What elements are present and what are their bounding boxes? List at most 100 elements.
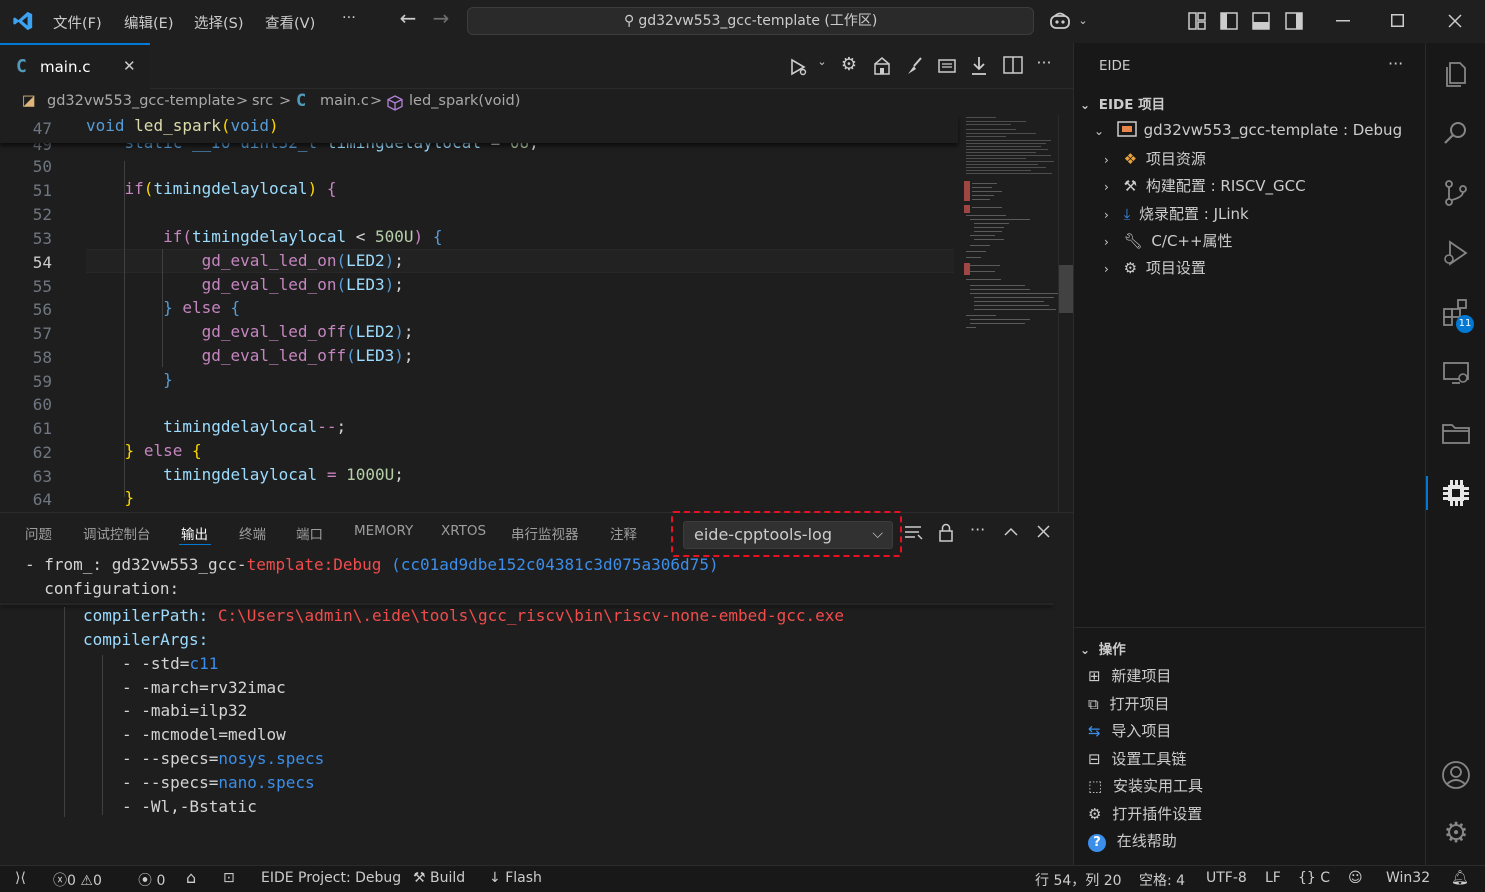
- maximize-icon[interactable]: [1391, 14, 1404, 27]
- tools-icon: ⚒: [413, 870, 426, 886]
- source-control-icon[interactable]: [1440, 177, 1472, 209]
- more-actions-icon[interactable]: ···: [1033, 53, 1055, 72]
- section-eide-project[interactable]: ⌄ EIDE 项目: [1080, 93, 1165, 113]
- ports-indicator[interactable]: ⦿ 0: [138, 870, 165, 890]
- run-debug-icon[interactable]: [788, 57, 810, 77]
- op-setup-toolchain[interactable]: ⊟ 设置工具链: [1088, 748, 1186, 769]
- folder-icon[interactable]: [1440, 417, 1472, 449]
- panel-tab-serial-monitor[interactable]: 串行监视器: [511, 523, 579, 543]
- download-icon[interactable]: [968, 55, 990, 77]
- op-install-utility[interactable]: ⬚ 安装实用工具: [1088, 775, 1203, 796]
- eide-chip-icon[interactable]: [1440, 477, 1472, 509]
- panel-tab-problems[interactable]: 问题: [25, 523, 52, 543]
- lock-icon[interactable]: [938, 523, 954, 543]
- account-icon[interactable]: [1440, 759, 1472, 791]
- language-mode[interactable]: {} C: [1298, 870, 1330, 886]
- panel-tab-xrtos[interactable]: XRTOS: [441, 523, 486, 539]
- remote-indicator-icon[interactable]: ⟩⟨: [15, 870, 26, 886]
- code-line-64: }: [124, 488, 135, 507]
- panel-tab-comments[interactable]: 注释: [610, 523, 637, 543]
- menu-selection[interactable]: 选择(S): [194, 12, 244, 33]
- extensions-badge: 11: [1456, 315, 1474, 333]
- project-name: gd32vw553_gcc-template : Debug: [1143, 121, 1403, 139]
- word-wrap-list-icon[interactable]: [904, 524, 924, 542]
- chevron-down-icon[interactable]: ⌄: [811, 55, 833, 68]
- download-icon: ⤓: [1123, 205, 1131, 223]
- op-open-project[interactable]: ⧉ 打开项目: [1088, 693, 1170, 714]
- editor-vertical-scrollbar[interactable]: [1058, 115, 1073, 512]
- copilot-status-icon[interactable]: ☺: [1348, 870, 1363, 886]
- manage-gear-icon[interactable]: ⚙: [1440, 817, 1472, 849]
- tab-main-c[interactable]: C main.c ✕: [0, 43, 150, 89]
- command-center[interactable]: ⚲ gd32vw553_gcc-template (工作区): [467, 7, 1034, 35]
- back-arrow-icon[interactable]: ←: [398, 8, 418, 28]
- tree-item-flash-config[interactable]: › ⤓ 烧录配置 : JLink: [1104, 203, 1249, 224]
- tree-item-project-resources[interactable]: › ❖ 项目资源: [1104, 148, 1206, 169]
- op-online-help[interactable]: ? 在线帮助: [1088, 830, 1177, 852]
- clean-broom-icon[interactable]: [904, 56, 926, 76]
- op-open-plugin-settings[interactable]: ⚙ 打开插件设置: [1088, 803, 1202, 824]
- tree-item-cpp-properties[interactable]: › 🔧︎ C/C++属性: [1104, 230, 1233, 251]
- op-new-project[interactable]: ⊞ 新建项目: [1088, 665, 1171, 686]
- close-window-icon[interactable]: [1448, 14, 1462, 28]
- remote-explorer-icon[interactable]: [1440, 357, 1472, 389]
- section-operations[interactable]: ⌄ 操作: [1080, 638, 1126, 658]
- breadcrumb-symbol[interactable]: led_spark(void): [409, 93, 520, 109]
- eide-project-status[interactable]: EIDE Project: Debug: [261, 870, 401, 886]
- scrollbar-thumb[interactable]: [1059, 265, 1073, 313]
- home-icon[interactable]: ⌂: [186, 868, 196, 887]
- chevron-up-icon[interactable]: [1004, 527, 1018, 537]
- minimap[interactable]: [958, 115, 1058, 340]
- toggle-secondary-sidebar-icon[interactable]: [1285, 12, 1303, 30]
- panel-tab-memory[interactable]: MEMORY: [354, 523, 413, 539]
- copilot-icon[interactable]: [1049, 11, 1071, 31]
- menu-edit[interactable]: 编辑(E): [124, 12, 173, 33]
- end-of-line[interactable]: LF: [1265, 870, 1281, 886]
- code-editor[interactable]: 49 static __IO uint32_t timingdelaylocal…: [0, 115, 1073, 512]
- terminal-icon[interactable]: ⊡: [223, 870, 235, 886]
- platform[interactable]: Win32: [1386, 870, 1430, 886]
- toggle-sidebar-icon[interactable]: [1220, 12, 1238, 30]
- sticky-scroll-header[interactable]: 47 void led_spark(void): [0, 115, 958, 143]
- breadcrumb-file[interactable]: main.c: [320, 93, 369, 109]
- menu-more[interactable]: ···: [342, 10, 356, 26]
- op-import-project[interactable]: ⇆ 导入项目: [1088, 720, 1171, 741]
- explorer-files-icon[interactable]: [1440, 58, 1472, 90]
- notifications-bell-icon[interactable]: 🔔︎: [1451, 870, 1469, 886]
- build-button[interactable]: ⚒ Build: [413, 870, 465, 886]
- split-editor-icon[interactable]: [1002, 56, 1024, 74]
- vscode-logo-icon[interactable]: [12, 10, 34, 32]
- indentation[interactable]: 空格: 4: [1139, 870, 1185, 890]
- rebuild-icon[interactable]: [871, 56, 893, 76]
- panel-tab-ports[interactable]: 端口: [296, 523, 323, 543]
- breadcrumb-src[interactable]: src: [252, 93, 273, 109]
- more-actions-icon[interactable]: ···: [1388, 54, 1403, 73]
- flash-button[interactable]: ↓ Flash: [489, 870, 542, 886]
- forward-arrow-icon[interactable]: →: [431, 8, 451, 28]
- search-icon[interactable]: [1440, 117, 1472, 149]
- encoding[interactable]: UTF-8: [1206, 870, 1247, 886]
- run-debug-icon[interactable]: [1440, 237, 1472, 269]
- output-channel-select[interactable]: eide-cpptools-log ⌵: [683, 521, 893, 549]
- chevron-down-icon[interactable]: ⌄: [1073, 11, 1093, 31]
- tab-close-icon[interactable]: ✕: [123, 57, 136, 75]
- menu-file[interactable]: 文件(F): [53, 12, 102, 33]
- panel-tab-terminal[interactable]: 终端: [239, 523, 266, 543]
- flash-chip-icon[interactable]: [936, 56, 958, 76]
- toggle-panel-icon[interactable]: [1252, 12, 1270, 30]
- minimize-icon[interactable]: [1336, 20, 1350, 22]
- project-root[interactable]: ⌄ gd32vw553_gcc-template : Debug: [1094, 120, 1402, 139]
- cursor-position[interactable]: 行 54，列 20: [1035, 870, 1122, 890]
- panel-tab-debug-console[interactable]: 调试控制台: [83, 523, 151, 543]
- menu-view[interactable]: 查看(V): [265, 12, 315, 33]
- folder-icon: ◪: [22, 93, 36, 109]
- tree-item-project-settings[interactable]: › ⚙ 项目设置: [1104, 257, 1206, 278]
- tree-item-build-config[interactable]: › ⚒ 构建配置 : RISCV_GCC: [1104, 175, 1306, 196]
- breadcrumb-project[interactable]: gd32vw553_gcc-template: [47, 93, 235, 109]
- problems-indicator[interactable]: ⓧ0 ⚠0: [53, 870, 102, 890]
- more-actions-icon[interactable]: ···: [970, 520, 985, 539]
- layout-icon[interactable]: [1188, 12, 1206, 30]
- gear-build-icon[interactable]: ⚙: [838, 54, 860, 75]
- panel-tab-output[interactable]: 输出: [181, 523, 208, 543]
- close-panel-icon[interactable]: [1037, 525, 1050, 538]
